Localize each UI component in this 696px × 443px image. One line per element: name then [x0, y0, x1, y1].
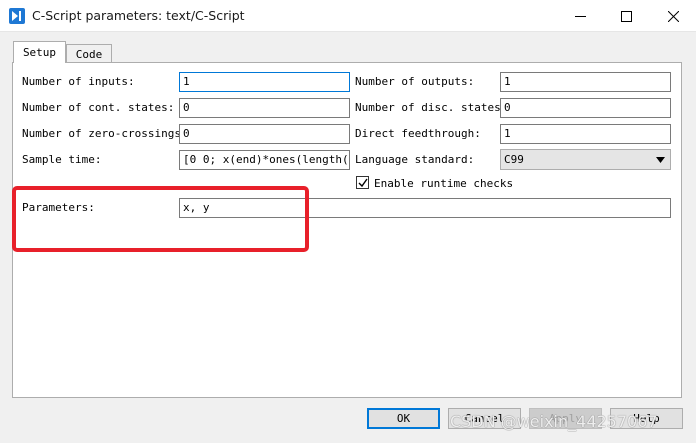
language-standard-select[interactable]: C99: [500, 149, 671, 170]
number-of-disc-states-input[interactable]: 0: [500, 98, 671, 118]
number-of-cont-states-input[interactable]: 0: [179, 98, 350, 118]
number-of-zero-crossings-label: Number of zero-crossings:: [22, 127, 188, 140]
annotation-highlight: [12, 186, 309, 252]
window-title: C-Script parameters: text/C-Script: [32, 8, 245, 23]
watermark: CSDN @weixin_44257067: [450, 412, 658, 431]
language-standard-label: Language standard:: [355, 153, 475, 166]
sample-time-input[interactable]: [0 0; x(end)*ones(length(…: [179, 150, 350, 170]
number-of-disc-states-label: Number of disc. states:: [355, 101, 508, 114]
checkmark-icon: [358, 178, 368, 188]
runtime-checks-checkbox[interactable]: [356, 176, 369, 189]
number-of-inputs-input[interactable]: 1: [179, 72, 350, 92]
direct-feedthrough-input[interactable]: 1: [500, 124, 671, 144]
title-bar: C-Script parameters: text/C-Script: [0, 0, 696, 32]
runtime-checks-label: Enable runtime checks: [374, 177, 514, 190]
minimize-button[interactable]: [557, 0, 603, 32]
maximize-icon: [620, 10, 632, 22]
sample-time-label: Sample time:: [22, 153, 102, 166]
number-of-zero-crossings-input[interactable]: 0: [179, 124, 350, 144]
number-of-inputs-label: Number of inputs:: [22, 75, 135, 88]
language-standard-value: C99: [504, 153, 524, 166]
direct-feedthrough-label: Direct feedthrough:: [355, 127, 481, 140]
play-icon: [9, 8, 25, 24]
number-of-cont-states-label: Number of cont. states:: [22, 101, 175, 114]
tab-code[interactable]: Code: [66, 44, 112, 63]
ok-button[interactable]: OK: [367, 408, 440, 429]
maximize-button[interactable]: [603, 0, 649, 32]
number-of-outputs-label: Number of outputs:: [355, 75, 475, 88]
tab-setup[interactable]: Setup: [13, 41, 66, 63]
minimize-icon: [574, 15, 586, 17]
close-button[interactable]: [650, 0, 696, 32]
chevron-down-icon: [656, 157, 665, 163]
close-icon: [667, 10, 679, 22]
number-of-outputs-input[interactable]: 1: [500, 72, 671, 92]
